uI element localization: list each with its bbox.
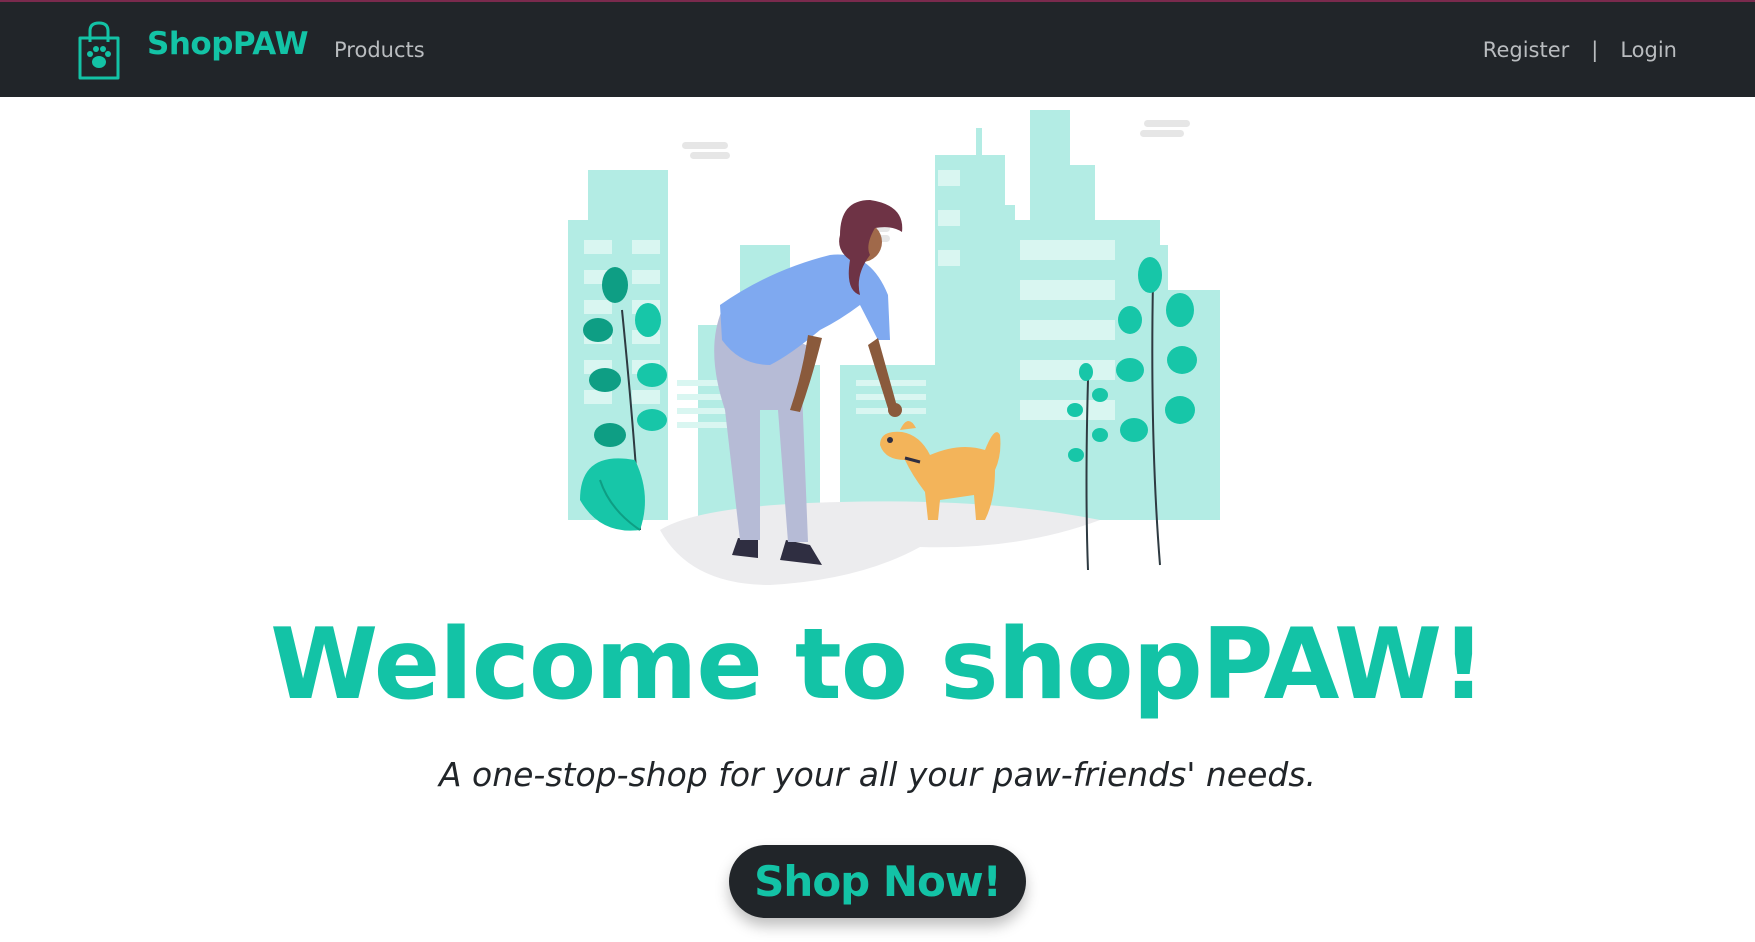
- hero-tagline: A one-stop-shop for your all your paw-fr…: [438, 755, 1317, 794]
- nav-link-register[interactable]: Register: [1483, 36, 1569, 64]
- brand-name[interactable]: ShopPAW: [147, 24, 309, 64]
- nav-link-login[interactable]: Login: [1620, 36, 1677, 64]
- ground: [660, 501, 1100, 585]
- woman-petting-dog-city-illustration: [568, 110, 1220, 585]
- shopping-bag-paw-icon[interactable]: [76, 20, 122, 82]
- shop-now-button[interactable]: Shop Now!: [729, 845, 1026, 918]
- top-navbar: ShopPAW Products Register | Login: [0, 0, 1755, 97]
- nav-link-products[interactable]: Products: [334, 36, 425, 64]
- auth-links: Register | Login: [1483, 36, 1677, 64]
- nav-separator: |: [1591, 38, 1599, 62]
- welcome-title: Welcome to shopPAW!: [270, 608, 1486, 722]
